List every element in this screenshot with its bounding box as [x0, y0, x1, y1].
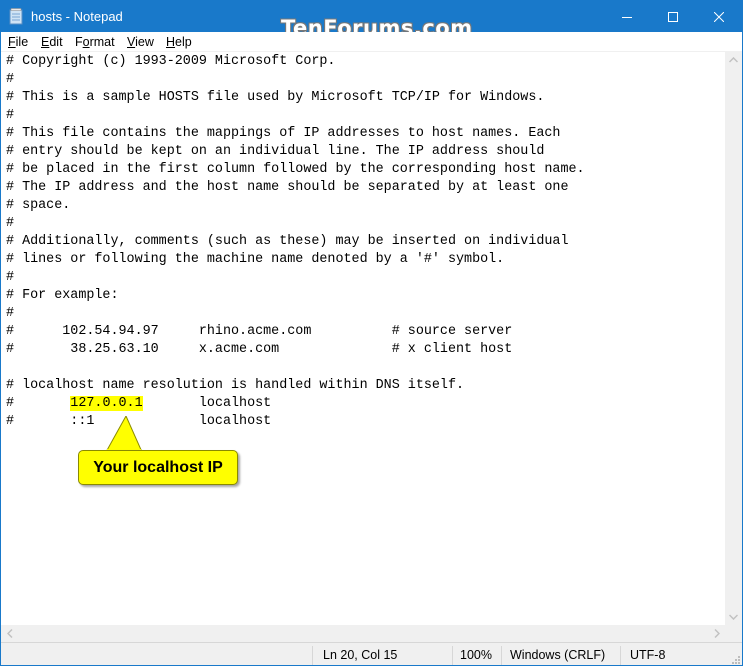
- status-divider: [452, 646, 453, 665]
- text-line: # Additionally, comments (such as these)…: [6, 234, 569, 249]
- menu-help-label: elp: [175, 35, 192, 49]
- menu-file-label: ile: [15, 35, 29, 49]
- text-line: # This is a sample HOSTS file used by Mi…: [6, 90, 545, 105]
- text-line: # localhost name resolution is handled w…: [6, 378, 465, 393]
- chevron-left-icon: [6, 629, 13, 638]
- vertical-scrollbar[interactable]: [725, 51, 742, 625]
- text-line: # be placed in the first column followed…: [6, 162, 585, 177]
- status-divider: [312, 646, 313, 665]
- menu-edit[interactable]: Edit: [41, 34, 63, 50]
- minimize-icon: [622, 16, 632, 18]
- text-line: # 38.25.63.10 x.acme.com # x client host: [6, 342, 513, 357]
- scroll-right-button[interactable]: [708, 625, 725, 642]
- text-line: # The IP address and the host name shoul…: [6, 180, 569, 195]
- menu-format-label: rmat: [89, 35, 115, 49]
- text-line: # space.: [6, 198, 71, 213]
- scroll-left-button[interactable]: [1, 625, 18, 642]
- menu-edit-label: dit: [49, 35, 63, 49]
- text-line-localhost-ipv4: # 127.0.0.1 localhost: [6, 395, 271, 413]
- chevron-down-icon: [729, 613, 738, 620]
- status-divider: [501, 646, 502, 665]
- highlighted-ip: 127.0.0.1: [70, 396, 143, 411]
- menu-file-accel: F: [8, 35, 16, 49]
- menu-file[interactable]: File: [8, 34, 28, 50]
- maximize-button[interactable]: [650, 1, 696, 32]
- status-bar: Ln 20, Col 15 100% Windows (CRLF) UTF-8: [1, 642, 742, 665]
- menu-format[interactable]: Format: [75, 34, 115, 50]
- chevron-up-icon: [729, 56, 738, 63]
- menu-help[interactable]: Help: [166, 34, 192, 50]
- window-title: hosts - Notepad: [31, 9, 123, 24]
- text-editor[interactable]: # Copyright (c) 1993-2009 Microsoft Corp…: [1, 51, 725, 625]
- encoding: UTF-8: [630, 648, 666, 662]
- text-line: #: [6, 216, 15, 231]
- callout-text: Your localhost IP: [93, 458, 223, 476]
- callout-pointer: [105, 416, 143, 452]
- menu-view-label: iew: [135, 35, 154, 49]
- close-button[interactable]: [696, 1, 742, 32]
- scrollbar-corner: [725, 625, 742, 642]
- text-line: # 102.54.94.97 rhino.acme.com # source s…: [6, 324, 513, 339]
- line-prefix: #: [6, 396, 71, 411]
- line-suffix: localhost: [142, 396, 272, 411]
- text-line: #: [6, 306, 15, 321]
- text-line: # entry should be kept on an individual …: [6, 144, 545, 159]
- resize-grip-icon[interactable]: [730, 654, 740, 664]
- text-line: # lines or following the machine name de…: [6, 252, 505, 267]
- menu-bar: File Edit Format View Help: [1, 32, 742, 51]
- menu-format-accel: o: [82, 35, 90, 49]
- minimize-button[interactable]: [604, 1, 650, 32]
- menu-help-accel: H: [166, 35, 176, 49]
- horizontal-scrollbar[interactable]: [1, 625, 725, 642]
- menu-format-pre: F: [75, 35, 83, 49]
- line-ending: Windows (CRLF): [510, 648, 606, 662]
- callout-annotation: Your localhost IP: [78, 450, 238, 485]
- notepad-app-icon: [9, 8, 23, 25]
- text-line: #: [6, 270, 15, 285]
- maximize-icon: [668, 11, 678, 22]
- cursor-position: Ln 20, Col 15: [323, 648, 398, 662]
- text-line: # For example:: [6, 288, 119, 303]
- close-icon: [714, 11, 724, 22]
- text-line: # Copyright (c) 1993-2009 Microsoft Corp…: [6, 54, 336, 69]
- text-line: #: [6, 108, 15, 123]
- menu-view[interactable]: View: [127, 34, 154, 50]
- scroll-down-button[interactable]: [725, 608, 742, 625]
- menu-view-accel: V: [127, 35, 136, 49]
- title-bar[interactable]: hosts - Notepad TenForums.com: [1, 1, 742, 39]
- chevron-right-icon: [713, 629, 720, 638]
- status-divider: [620, 646, 621, 665]
- zoom-level: 100%: [460, 648, 492, 662]
- notepad-window: hosts - Notepad TenForums.com File Edit …: [0, 0, 743, 666]
- text-line: # This file contains the mappings of IP …: [6, 126, 561, 141]
- scroll-up-button[interactable]: [725, 51, 742, 68]
- text-line: #: [6, 72, 15, 87]
